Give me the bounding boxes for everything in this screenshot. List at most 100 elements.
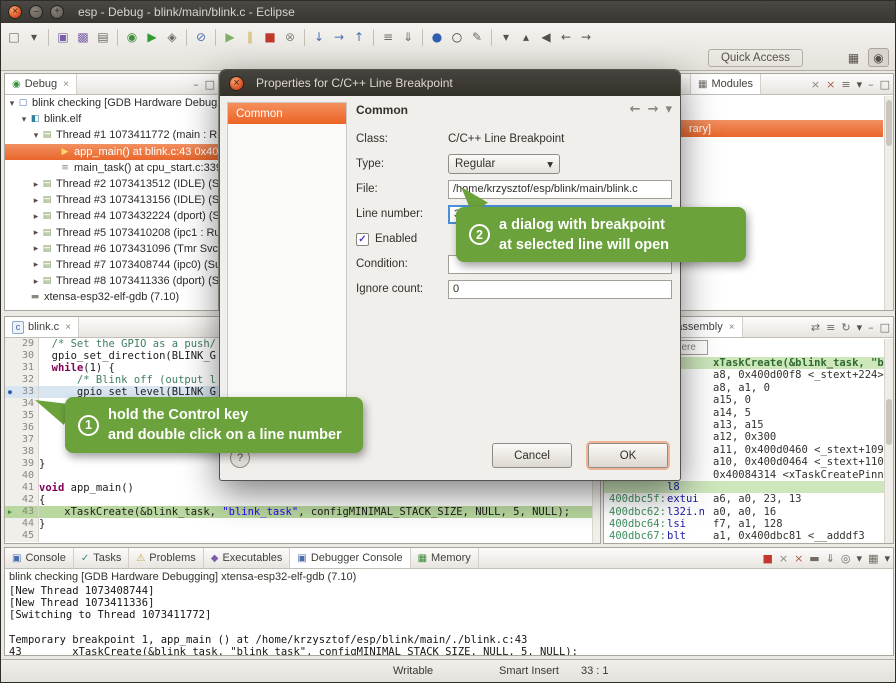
new-wizard-icon[interactable]: □ <box>4 28 24 47</box>
run-icon[interactable]: ▶ <box>142 28 162 47</box>
new-breakpoint-icon[interactable]: ● <box>427 28 447 47</box>
tab-executables[interactable]: ◆ Executables <box>204 548 291 568</box>
tree-expand-icon[interactable]: ▸ <box>31 243 41 254</box>
open-console-icon[interactable]: ▦ <box>868 552 878 565</box>
debug-tree-item[interactable]: ▸ ▤ Thread #5 1073410208 (ipc1 : Runni <box>5 225 218 241</box>
debug-icon[interactable]: ◉ <box>122 28 142 47</box>
disconnect-icon[interactable]: ⊗ <box>280 28 300 47</box>
tab-console[interactable]: ▣ Console <box>5 548 74 568</box>
save-all-icon[interactable]: ▩ <box>73 28 93 47</box>
console-output[interactable]: [New Thread 1073408744] [New Thread 1073… <box>5 585 893 656</box>
line-number[interactable]: 38 <box>15 446 39 458</box>
resume-icon[interactable]: ▶ <box>220 28 240 47</box>
search-icon[interactable]: ○ <box>447 28 467 47</box>
close-icon[interactable]: × <box>729 322 735 333</box>
disassembly-line[interactable]: bnone <box>604 543 893 544</box>
tree-expand-icon[interactable]: ▸ <box>31 179 41 190</box>
new-dropdown-icon[interactable]: ▾ <box>24 28 44 47</box>
save-icon[interactable]: ▣ <box>53 28 73 47</box>
gutter-marker[interactable] <box>5 482 15 494</box>
instruction-stepping-icon[interactable]: ≡ <box>378 28 398 47</box>
annotation-icon[interactable]: ✎ <box>467 28 487 47</box>
gutter-marker[interactable] <box>5 434 15 446</box>
line-number[interactable]: 32 <box>15 374 39 386</box>
line-number[interactable]: 39 <box>15 458 39 470</box>
separator[interactable] <box>304 29 305 46</box>
separator[interactable] <box>117 29 118 46</box>
last-edit-location-icon[interactable]: ◀ <box>536 28 556 47</box>
maximize-view-icon[interactable]: □ <box>880 321 890 334</box>
tab-modules[interactable]: ▦ Modules <box>690 74 761 94</box>
type-select[interactable]: Regular ▾ <box>448 154 560 174</box>
step-into-icon[interactable]: ↓ <box>309 28 329 47</box>
minimize-view-icon[interactable]: – <box>868 321 874 334</box>
debug-tree-item[interactable]: ▸ ▤ Thread #4 1073432224 (dport) (Sus <box>5 208 218 224</box>
tab-tasks[interactable]: ✓ Tasks <box>74 548 130 568</box>
tree-expand-icon[interactable]: ▸ <box>31 195 41 206</box>
line-number[interactable]: 45 <box>15 530 39 542</box>
drop-to-frame-icon[interactable]: ⇓ <box>398 28 418 47</box>
remove-launch-icon[interactable]: × <box>779 552 788 565</box>
separator[interactable] <box>186 29 187 46</box>
debug-tree-item[interactable]: ≡ main_task() at cpu_start.c:339 0x4 <box>5 160 218 176</box>
minimize-view-icon[interactable]: – <box>868 78 874 91</box>
quick-access-button[interactable]: Quick Access <box>708 49 803 67</box>
disassembly-scrollbar[interactable] <box>884 339 893 543</box>
collapse-all-icon[interactable]: ≡ <box>841 78 850 91</box>
debug-tree-item[interactable]: ▸ ▤ Thread #7 1073408744 (ipc0) (Susp <box>5 257 218 273</box>
code-line[interactable]: 42 { <box>5 494 600 506</box>
terminate-icon[interactable]: ■ <box>762 552 772 565</box>
gutter-marker[interactable]: ● <box>5 386 15 398</box>
separator[interactable] <box>422 29 423 46</box>
gutter-marker[interactable] <box>5 458 15 470</box>
pin-console-icon[interactable]: ◎ <box>841 552 851 565</box>
debug-tree-item[interactable]: ▾ ▤ Thread #1 1073411772 (main : Runn <box>5 127 218 143</box>
tree-expand-icon[interactable]: ▸ <box>31 276 41 287</box>
tab-debug[interactable]: ◉ Debug × <box>5 74 77 94</box>
separator[interactable] <box>491 29 492 46</box>
window-minimize-icon[interactable]: – <box>29 5 43 19</box>
display-selected-console-icon[interactable]: ▾ <box>857 552 863 565</box>
tree-expand-icon[interactable]: ▾ <box>7 98 17 109</box>
window-maximize-icon[interactable]: + <box>50 5 64 19</box>
code-line[interactable]: 44 } <box>5 518 600 530</box>
code-line[interactable]: 41 void app_main() <box>5 482 600 494</box>
line-number[interactable]: 42 <box>15 494 39 506</box>
back-icon[interactable]: ← <box>630 102 641 117</box>
code-line[interactable]: 45 <box>5 530 600 542</box>
tree-expand-icon[interactable]: ▸ <box>31 259 41 270</box>
step-over-icon[interactable]: → <box>329 28 349 47</box>
disassembly-line[interactable]: 400dbc5f: extui a6, a0, 23, 13 <box>604 493 893 505</box>
skip-all-breakpoints-icon[interactable]: ⊘ <box>191 28 211 47</box>
disassembly-line[interactable]: 400dbc67: blt a1, 0x400dbc81 <__adddf3 <box>604 530 893 542</box>
maximize-view-icon[interactable]: □ <box>880 78 890 91</box>
debug-tree-item[interactable]: ▬ xtensa-esp32-elf-gdb (7.10) <box>5 289 218 305</box>
console-menu-icon[interactable]: ▾ <box>884 552 890 565</box>
code-line[interactable]: ▶ 43 xTaskCreate(&blink_task, "blink_tas… <box>5 506 600 518</box>
debug-tree-item[interactable]: ▸ ▤ Thread #6 1073431096 (Tmr Svc) (S <box>5 241 218 257</box>
gutter-marker[interactable] <box>5 410 15 422</box>
gutter-marker[interactable] <box>5 446 15 458</box>
scroll-lock-icon[interactable]: ⇓ <box>826 552 835 565</box>
gutter-marker[interactable] <box>5 350 15 362</box>
remove-all-modules-icon[interactable]: × <box>826 78 835 91</box>
window-close-icon[interactable]: × <box>8 5 22 19</box>
remove-all-launches-icon[interactable]: × <box>794 552 803 565</box>
enabled-checkbox[interactable]: ✓ <box>356 233 369 246</box>
debug-tree-item[interactable]: ▸ ▤ Thread #2 1073413512 (IDLE) (Susp <box>5 176 218 192</box>
next-annotation-icon[interactable]: ▾ <box>496 28 516 47</box>
line-number[interactable]: 36 <box>15 422 39 434</box>
minimize-view-icon[interactable]: – <box>193 78 199 91</box>
tree-expand-icon[interactable]: ▾ <box>19 114 29 125</box>
refresh-icon[interactable]: ↻ <box>841 321 850 334</box>
window-titlebar[interactable]: × – + esp - Debug - blink/main/blink.c -… <box>1 1 895 23</box>
line-number[interactable]: 41 <box>15 482 39 494</box>
disassembly-line[interactable]: 400dbc62: l32i.n a0, a0, 16 <box>604 506 893 518</box>
tab-problems[interactable]: ⚠ Problems <box>129 548 203 568</box>
gutter-marker[interactable]: ▶ <box>5 506 15 518</box>
debug-tree-item[interactable]: ▾ ▢ blink checking [GDB Hardware Debug <box>5 95 218 111</box>
dialog-close-icon[interactable]: × <box>229 76 244 91</box>
close-icon[interactable]: × <box>65 322 71 333</box>
sidebar-item-common[interactable]: Common <box>228 103 346 124</box>
line-number[interactable]: 35 <box>15 410 39 422</box>
